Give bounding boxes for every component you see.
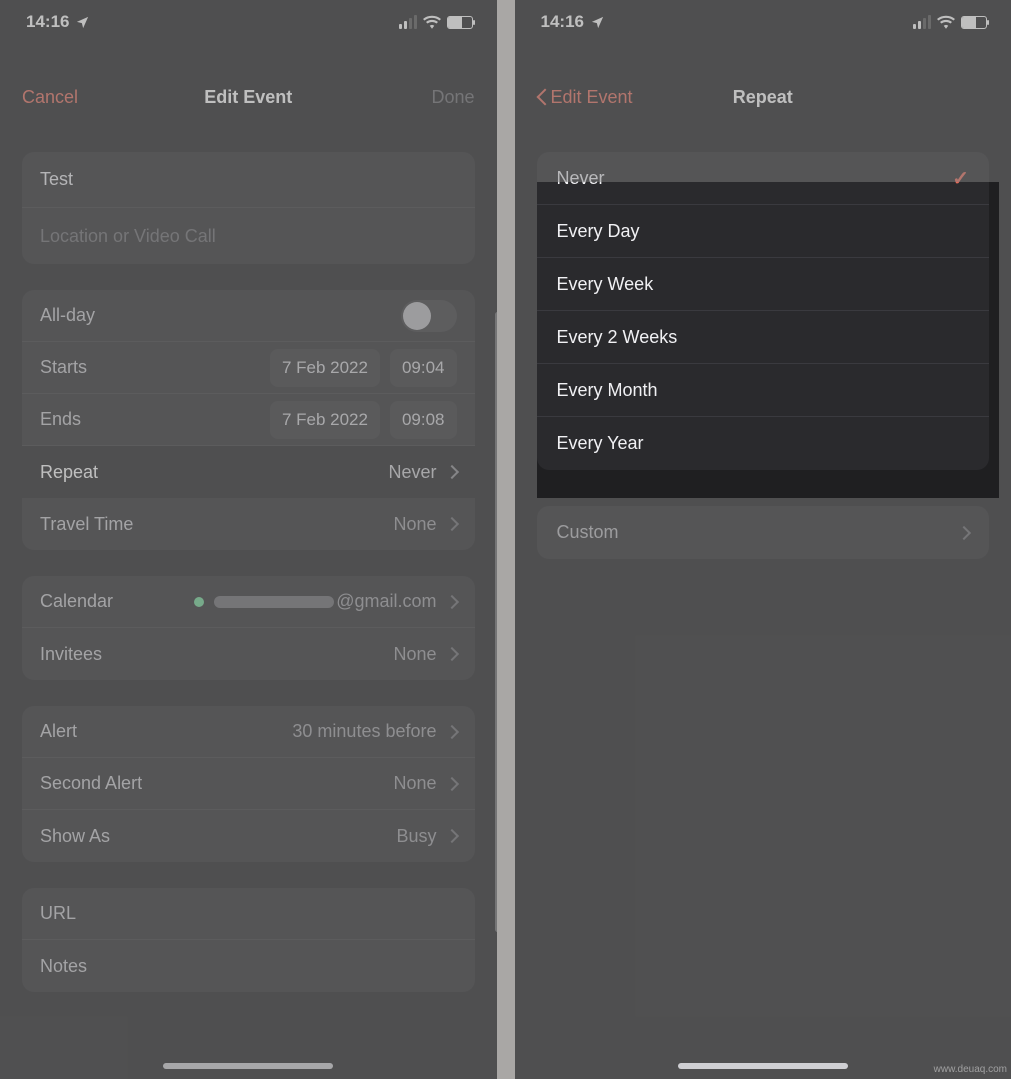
calendar-redacted: [214, 596, 334, 608]
notes-placeholder: Notes: [40, 956, 457, 977]
group-calendar: Calendar @gmail.com Invitees None: [22, 576, 475, 680]
alert-label: Alert: [40, 721, 292, 742]
checkmark-icon: ✓: [952, 166, 969, 191]
invitees-row[interactable]: Invitees None: [22, 628, 475, 680]
repeat-option-year[interactable]: Every Year: [537, 417, 990, 470]
url-placeholder: URL: [40, 903, 457, 924]
repeat-options-list: Never ✓ Every Day Every Week Every 2 Wee…: [537, 152, 990, 470]
home-indicator[interactable]: [163, 1063, 333, 1069]
chevron-right-icon: [447, 517, 457, 531]
travel-time-row[interactable]: Travel Time None: [22, 498, 475, 550]
status-time: 14:16: [541, 12, 584, 32]
dim-overlay: [999, 182, 1011, 498]
back-label: Edit Event: [551, 87, 633, 108]
calendar-color-dot: [194, 597, 204, 607]
second-alert-row[interactable]: Second Alert None: [22, 758, 475, 810]
battery-icon: [447, 16, 473, 29]
status-time: 14:16: [26, 12, 69, 32]
repeat-option-day[interactable]: Every Day: [537, 205, 990, 258]
travel-time-label: Travel Time: [40, 514, 393, 535]
event-title-value: Test: [40, 169, 73, 190]
watermark: www.deuaq.com: [934, 1064, 1007, 1075]
calendar-value: @gmail.com: [336, 591, 436, 612]
show-as-label: Show As: [40, 826, 396, 847]
location-arrow-icon: [75, 15, 90, 30]
group-alerts: Alert 30 minutes before Second Alert Non…: [22, 706, 475, 862]
repeat-label: Repeat: [40, 462, 388, 483]
invitees-label: Invitees: [40, 644, 393, 665]
nav-title: Repeat: [647, 87, 880, 108]
chevron-right-icon: [447, 829, 457, 843]
all-day-toggle[interactable]: [401, 300, 457, 332]
starts-label: Starts: [40, 357, 270, 378]
repeat-option-custom[interactable]: Custom: [537, 506, 990, 559]
url-input[interactable]: URL: [22, 888, 475, 940]
screen-edit-event: 14:16 Cancel Edit Event Done Test Lo: [0, 0, 497, 1079]
repeat-custom-card: Custom: [537, 506, 990, 559]
repeat-option-week[interactable]: Every Week: [537, 258, 990, 311]
nav-bar: Edit Event Repeat: [515, 68, 1011, 126]
all-day-row: All-day: [22, 290, 475, 342]
edit-event-content[interactable]: Test Location or Video Call All-day Star…: [0, 152, 497, 992]
dim-overlay: [515, 182, 537, 498]
dim-overlay: [515, 498, 1011, 1079]
starts-time-picker[interactable]: 09:04: [390, 349, 457, 387]
event-location-input[interactable]: Location or Video Call: [22, 208, 475, 264]
nav-bar: Cancel Edit Event Done: [0, 68, 497, 126]
chevron-right-icon: [447, 465, 457, 479]
location-arrow-icon: [590, 15, 605, 30]
group-url-notes: URL Notes: [22, 888, 475, 992]
status-bar: 14:16: [0, 0, 497, 44]
home-indicator[interactable]: [678, 1063, 848, 1069]
scroll-indicator[interactable]: [495, 312, 497, 932]
ends-label: Ends: [40, 409, 270, 430]
wifi-icon: [937, 15, 955, 29]
chevron-right-icon: [447, 777, 457, 791]
repeat-option-2weeks[interactable]: Every 2 Weeks: [537, 311, 990, 364]
second-alert-label: Second Alert: [40, 773, 393, 794]
event-title-input[interactable]: Test: [22, 152, 475, 208]
show-as-value: Busy: [396, 826, 436, 847]
repeat-row[interactable]: Repeat Never: [22, 446, 475, 498]
repeat-option-never[interactable]: Never ✓: [537, 152, 990, 205]
second-alert-value: None: [393, 773, 436, 794]
cell-signal-icon: [913, 15, 931, 29]
chevron-right-icon: [447, 647, 457, 661]
group-title-location: Test Location or Video Call: [22, 152, 475, 264]
ends-row: Ends 7 Feb 2022 09:08: [22, 394, 475, 446]
chevron-left-icon: [537, 87, 549, 107]
done-button[interactable]: Done: [431, 87, 474, 108]
calendar-row[interactable]: Calendar @gmail.com: [22, 576, 475, 628]
cell-signal-icon: [399, 15, 417, 29]
chevron-right-icon: [959, 526, 969, 540]
ends-time-picker[interactable]: 09:08: [390, 401, 457, 439]
repeat-value: Never: [388, 462, 436, 483]
travel-time-value: None: [393, 514, 436, 535]
ends-date-picker[interactable]: 7 Feb 2022: [270, 401, 380, 439]
alert-row[interactable]: Alert 30 minutes before: [22, 706, 475, 758]
back-button[interactable]: Edit Event: [537, 87, 633, 108]
screen-repeat: 14:16 Edit Event Repeat Never: [515, 0, 1011, 1079]
nav-title: Edit Event: [132, 87, 365, 108]
cancel-button[interactable]: Cancel: [22, 87, 78, 108]
invitees-value: None: [393, 644, 436, 665]
chevron-right-icon: [447, 725, 457, 739]
notes-input[interactable]: Notes: [22, 940, 475, 992]
status-bar: 14:16: [515, 0, 1011, 44]
location-placeholder: Location or Video Call: [40, 226, 216, 247]
battery-icon: [961, 16, 987, 29]
all-day-label: All-day: [40, 305, 401, 326]
starts-row: Starts 7 Feb 2022 09:04: [22, 342, 475, 394]
calendar-label: Calendar: [40, 591, 194, 612]
group-schedule: All-day Starts 7 Feb 2022 09:04 Ends 7 F…: [22, 290, 475, 550]
show-as-row[interactable]: Show As Busy: [22, 810, 475, 862]
alert-value: 30 minutes before: [292, 721, 436, 742]
repeat-option-month[interactable]: Every Month: [537, 364, 990, 417]
wifi-icon: [423, 15, 441, 29]
chevron-right-icon: [447, 595, 457, 609]
starts-date-picker[interactable]: 7 Feb 2022: [270, 349, 380, 387]
